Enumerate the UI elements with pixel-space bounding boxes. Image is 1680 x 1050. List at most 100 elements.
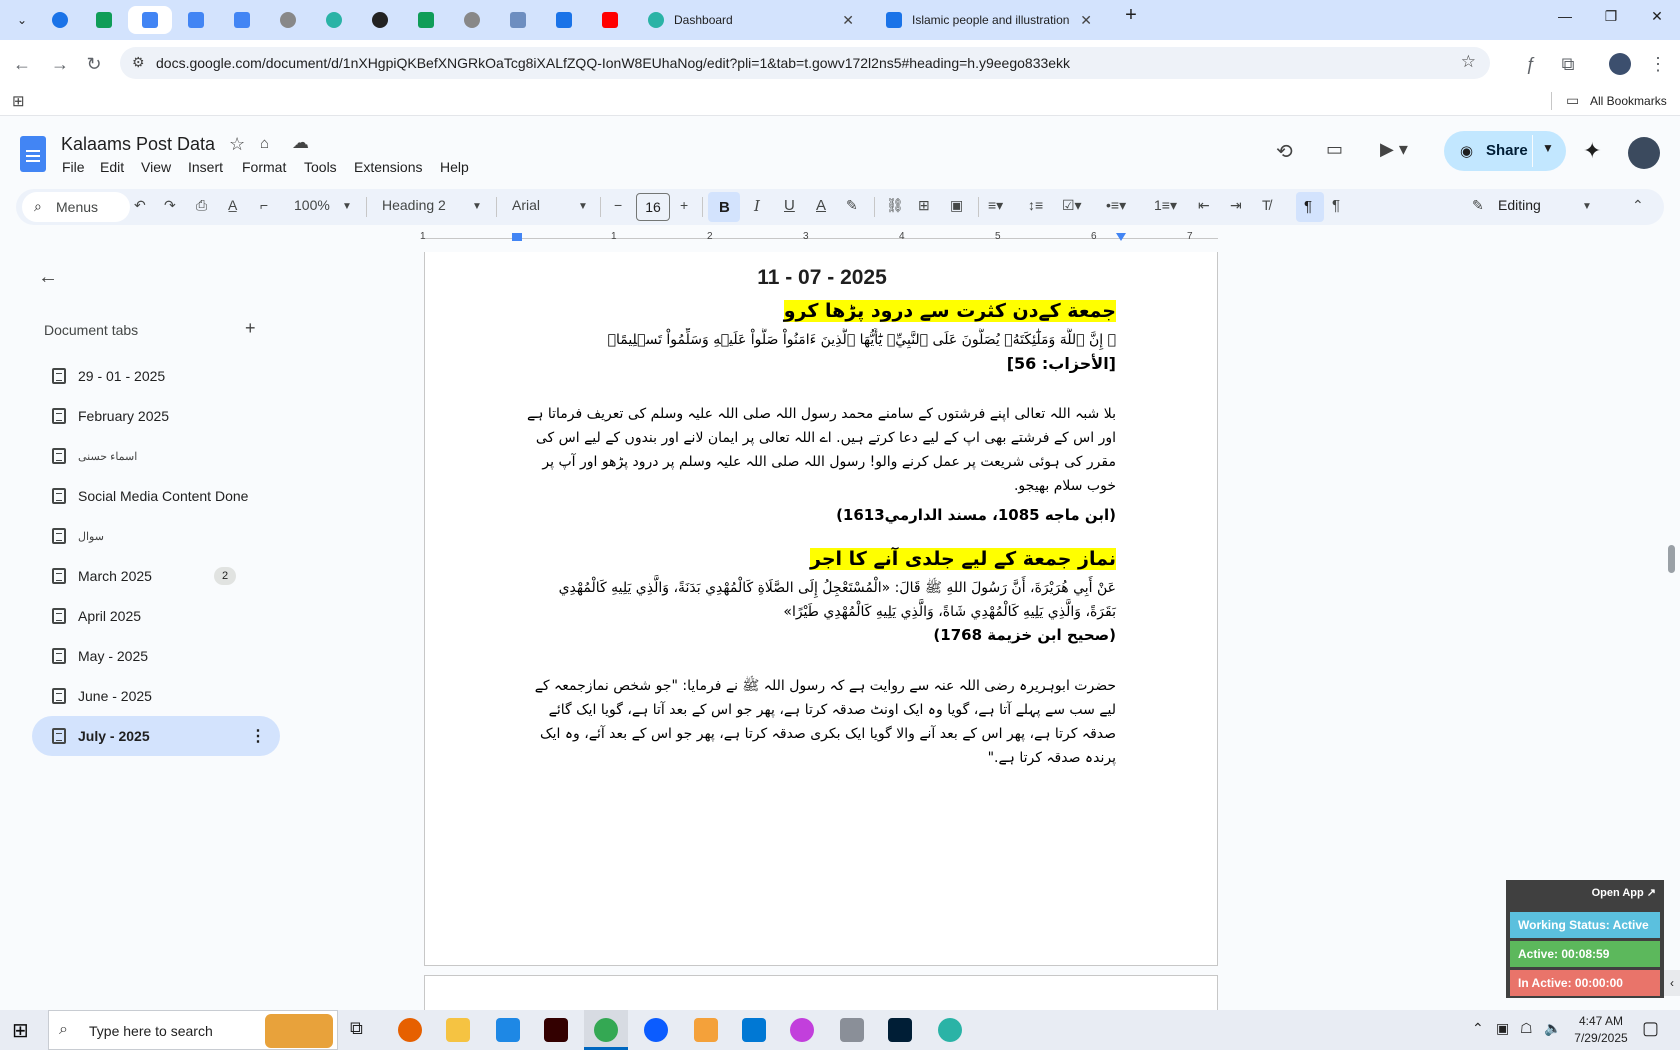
sidebar-item-tab[interactable]: February 2025 (32, 396, 280, 436)
increase-font-icon[interactable]: + (680, 197, 688, 213)
document-title[interactable]: Kalaams Post Data (61, 134, 215, 155)
chevron-down-icon[interactable]: ▼ (1582, 201, 1592, 212)
pinned-tab[interactable] (358, 6, 402, 34)
spellcheck-icon[interactable]: A̲ (228, 197, 237, 213)
more-vert-icon[interactable]: ⋮ (250, 726, 266, 746)
pinned-tab-active[interactable] (128, 6, 172, 34)
chevron-down-icon[interactable]: ▼ (472, 201, 482, 212)
tab-dashboard[interactable]: Dashboard ✕ (636, 4, 866, 36)
tray-chevron-icon[interactable]: ⌃ (1472, 1020, 1484, 1037)
document-page[interactable]: 11 - 07 - 2025 جمعة کےدن کثرت سے درود پڑ… (424, 252, 1218, 966)
sidebar-item-tab[interactable]: June - 2025 (32, 676, 280, 716)
back-arrow-icon[interactable]: ← (38, 266, 58, 289)
more-vert-icon[interactable]: ⋮ (1644, 50, 1672, 78)
mode-select[interactable]: Editing (1498, 197, 1541, 213)
extension-icon[interactable]: ƒ (1517, 50, 1545, 78)
move-icon[interactable]: ⌂ (260, 135, 269, 152)
checklist-icon[interactable]: ☑▾ (1062, 197, 1082, 214)
color-picker-icon[interactable] (790, 1018, 814, 1042)
menu-insert[interactable]: Insert (188, 159, 223, 175)
clear-format-icon[interactable]: T̸ (1262, 197, 1271, 213)
left-indent-marker[interactable] (512, 233, 522, 241)
windows-start-icon[interactable]: ⊞ (12, 1018, 29, 1043)
close-icon[interactable]: ✕ (842, 12, 854, 29)
chevron-down-icon[interactable]: ▼ (342, 201, 352, 212)
share-button[interactable]: ◉ Share ▼ (1444, 131, 1566, 171)
italic-button[interactable]: I (754, 197, 760, 215)
rtl-button[interactable]: ¶ (1332, 197, 1340, 214)
taskbar-search[interactable]: ⌕ Type here to search (48, 1010, 338, 1050)
back-icon[interactable]: ← (8, 50, 36, 78)
avatar[interactable] (1628, 137, 1660, 169)
text-color-icon[interactable]: A (816, 197, 826, 214)
decrease-font-icon[interactable]: − (614, 197, 622, 213)
docs-logo-icon[interactable] (20, 136, 46, 172)
apps-grid-icon[interactable]: ⊞ (12, 92, 25, 110)
meet-icon[interactable]: ▶ ▾ (1380, 139, 1408, 160)
photoshop-icon[interactable] (888, 1018, 912, 1042)
outlook-icon[interactable] (742, 1018, 766, 1042)
vscode-icon[interactable] (496, 1018, 520, 1042)
history-icon[interactable]: ⟲ (1276, 139, 1293, 164)
style-select[interactable]: Heading 2 (382, 197, 446, 213)
pinned-tab[interactable] (266, 6, 310, 34)
sidebar-item-tab[interactable]: اسماء حسنی (32, 436, 280, 476)
pinned-tab[interactable] (404, 6, 448, 34)
pen-tool-icon[interactable] (840, 1018, 864, 1042)
chevron-down-icon[interactable]: ▼ (1542, 141, 1554, 155)
ltr-button[interactable]: ¶ (1296, 192, 1324, 222)
bold-button[interactable]: B (708, 192, 740, 222)
zoom-icon[interactable] (644, 1018, 668, 1042)
sidebar-item-tab[interactable]: April 2025 (32, 596, 280, 636)
image-icon[interactable]: ▣ (950, 197, 963, 214)
file-explorer-icon[interactable] (446, 1018, 470, 1042)
gemini-icon[interactable]: ✦ (1583, 138, 1601, 164)
comment-icon[interactable]: ▭ (1326, 139, 1343, 160)
redo-icon[interactable]: ↷ (164, 197, 176, 214)
menu-file[interactable]: File (62, 159, 85, 175)
paint-format-icon[interactable]: ⌐ (260, 197, 268, 213)
menu-help[interactable]: Help (440, 159, 469, 175)
firefox-icon[interactable] (398, 1018, 422, 1042)
forward-icon[interactable]: → (46, 50, 74, 78)
numbered-list-icon[interactable]: 1≡▾ (1154, 197, 1177, 214)
menu-view[interactable]: View (141, 159, 171, 175)
minimize-button[interactable]: — (1542, 8, 1588, 32)
zoom-select[interactable]: 100% (294, 197, 330, 213)
sidebar-item-tab[interactable]: سوال (32, 516, 280, 556)
chevron-down-icon[interactable]: ▼ (578, 201, 588, 212)
font-select[interactable]: Arial (512, 197, 540, 213)
sublime-icon[interactable] (694, 1018, 718, 1042)
increase-indent-icon[interactable]: ⇥ (1230, 197, 1242, 214)
pinned-tab[interactable] (38, 6, 82, 34)
line-spacing-icon[interactable]: ↕≡ (1028, 197, 1043, 213)
sidebar-item-tab[interactable]: 29 - 01 - 2025 (32, 356, 280, 396)
profile-avatar[interactable] (1609, 53, 1631, 75)
puzzle-icon[interactable]: ⧉ (1554, 50, 1582, 78)
decrease-indent-icon[interactable]: ⇤ (1198, 197, 1210, 214)
reload-icon[interactable]: ↻ (80, 50, 108, 78)
network-icon[interactable]: ☖ (1520, 1020, 1533, 1037)
bullet-list-icon[interactable]: •≡▾ (1106, 197, 1126, 214)
task-view-icon[interactable]: ⧉ (350, 1018, 363, 1039)
star-icon[interactable]: ☆ (229, 134, 245, 155)
pinned-tab[interactable] (496, 6, 540, 34)
scrollbar-thumb[interactable] (1668, 545, 1675, 573)
add-tab-icon[interactable]: + (245, 318, 256, 339)
restore-button[interactable]: ❐ (1588, 8, 1634, 32)
cloud-icon[interactable]: ☁ (292, 133, 309, 153)
font-size-input[interactable]: 16 (636, 193, 670, 221)
pinned-tab[interactable] (82, 6, 126, 34)
menu-format[interactable]: Format (242, 159, 286, 175)
collapse-icon[interactable]: ⌃ (1632, 197, 1644, 214)
pinned-tab[interactable] (588, 6, 632, 34)
align-icon[interactable]: ≡▾ (988, 197, 1003, 214)
underline-button[interactable]: U (784, 197, 795, 214)
menu-tools[interactable]: Tools (304, 159, 337, 175)
clock-time[interactable]: 4:47 AM (1570, 1014, 1632, 1028)
pinned-tab[interactable] (174, 6, 218, 34)
undo-icon[interactable]: ↶ (134, 197, 146, 214)
tab-islamic-people[interactable]: Islamic people and illustration v ✕ (874, 4, 1104, 36)
open-app-link[interactable]: Open App ↗ (1592, 886, 1656, 899)
all-bookmarks[interactable]: All Bookmarks (1590, 94, 1667, 108)
